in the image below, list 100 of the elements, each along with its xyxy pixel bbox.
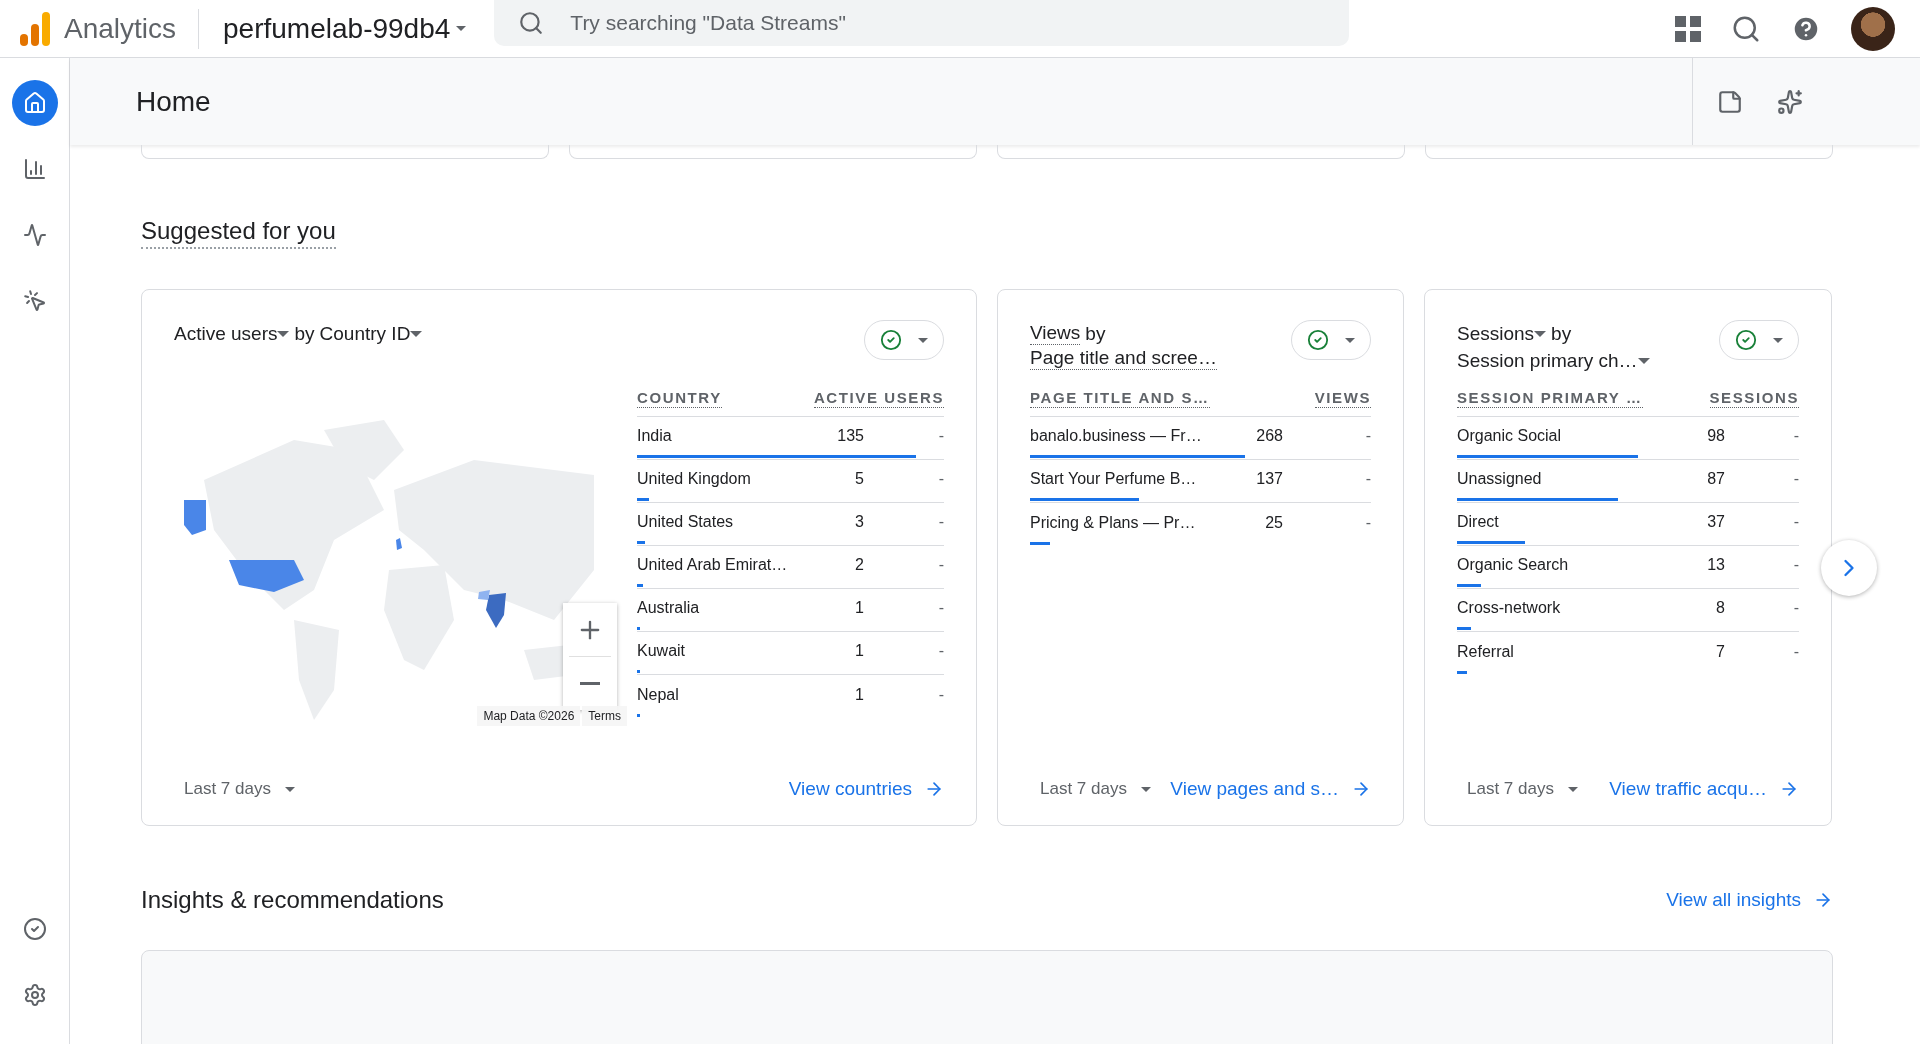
- table-cell-text: 5: [854, 470, 864, 488]
- search-field[interactable]: Try searching "Data Streams": [494, 0, 1350, 46]
- table-cell-text: -: [1364, 470, 1371, 488]
- caret-icon: [1637, 357, 1650, 364]
- table-cell-text: 268: [1255, 427, 1283, 445]
- check-icon: [880, 329, 902, 351]
- table-cell-text: Start Your Perfume B…: [1030, 470, 1198, 488]
- view-link[interactable]: View countries: [788, 778, 944, 800]
- card-title: by: [1085, 322, 1106, 346]
- date-range-dropdown[interactable]: Last 7 days: [1030, 779, 1151, 799]
- table-cell-text: United Kingdom: [637, 470, 752, 488]
- caret-icon: [918, 337, 928, 343]
- nav-rail-item[interactable]: [11, 80, 58, 126]
- table-cell-text: -: [937, 513, 944, 531]
- table-cell-text: -: [937, 685, 944, 704]
- table-cell-text: banalo.business — Fr…: [1030, 427, 1203, 445]
- table-cell-text: 1: [854, 642, 864, 660]
- page-title: Home: [136, 85, 212, 118]
- table-cell-text: 135: [836, 427, 864, 445]
- settings-icon: [22, 983, 47, 1007]
- status-button[interactable]: [1719, 320, 1799, 360]
- table-cell-text: -: [937, 427, 944, 445]
- caret-icon: [456, 26, 467, 31]
- column-header: SESSIONS: [1709, 388, 1799, 408]
- table-cell-text: 7: [1715, 642, 1725, 661]
- caret-icon: [410, 330, 423, 337]
- note-icon[interactable]: [1717, 88, 1743, 115]
- table-cell-text: -: [937, 556, 944, 574]
- check-icon: [1735, 329, 1757, 351]
- table-cell-text: -: [1364, 427, 1371, 445]
- table-cell-text: Kuwait: [637, 642, 687, 660]
- zoom-out-button[interactable]: [563, 657, 617, 710]
- caret-icon: [284, 786, 295, 792]
- table-cell-text: Referral: [1457, 642, 1515, 661]
- column-header: PAGE TITLE AND S…: [1030, 388, 1210, 408]
- map-credit: Map Data ©2026: [477, 706, 581, 726]
- date-range-dropdown[interactable]: Last 7 days: [1457, 779, 1578, 799]
- search-input[interactable]: Try searching "Data Streams": [568, 10, 1326, 36]
- table-cell-text: 1: [854, 599, 864, 617]
- dimension-dropdown[interactable]: Country ID: [319, 320, 423, 347]
- table-cell-text: -: [937, 470, 944, 488]
- bar-chart-icon: [22, 157, 47, 181]
- search-icon: [518, 10, 545, 36]
- table-cell-text: -: [937, 599, 944, 617]
- table-cell-text: United Arab Emirat…: [637, 556, 789, 574]
- map-terms-link[interactable]: Terms: [582, 706, 627, 726]
- caret-icon: [1567, 786, 1578, 792]
- table-cell-text: 25: [1264, 513, 1283, 532]
- table-cell-text: 137: [1255, 470, 1283, 488]
- table-cell-text: 87: [1706, 470, 1725, 488]
- check-icon: [1307, 329, 1329, 351]
- column-header: ACTIVE USERS: [813, 388, 944, 408]
- trend-icon: [22, 223, 47, 247]
- table-cell-text: -: [937, 642, 944, 660]
- status-button[interactable]: [1291, 320, 1371, 360]
- table-cell-text: -: [1792, 556, 1799, 574]
- section-heading: Insights & recommendations: [141, 886, 444, 914]
- check-circle-icon: [22, 917, 47, 941]
- view-all-link[interactable]: View all insights: [1666, 889, 1833, 911]
- caret-icon: [277, 330, 290, 337]
- table-cell-text: India: [637, 427, 673, 445]
- zoom-in-button[interactable]: [563, 603, 617, 656]
- minus-icon: [580, 682, 600, 685]
- apps-grid-icon[interactable]: [1675, 15, 1701, 42]
- table-cell-text: -: [1792, 642, 1799, 661]
- table-cell-text: 8: [1715, 599, 1725, 617]
- table-cell-text: 98: [1706, 427, 1725, 445]
- table-cell-text: Australia: [637, 599, 701, 617]
- property-selector[interactable]: perfumelab-99db4: [223, 12, 467, 45]
- table-cell-text: Organic Social: [1457, 427, 1563, 445]
- view-link[interactable]: View pages and s…: [1170, 778, 1371, 800]
- card-title: by: [1551, 322, 1572, 346]
- dimension-dropdown[interactable]: Active users: [174, 320, 290, 347]
- table-cell-text: 2: [854, 556, 864, 574]
- table-cell-text: Organic Search: [1457, 556, 1570, 574]
- product-name: Analytics: [64, 8, 200, 49]
- table-cell-text: Pricing & Plans — Pr…: [1030, 513, 1197, 532]
- table-cell-text: -: [1792, 513, 1799, 531]
- table-cell-text: -: [1364, 513, 1371, 532]
- table-cell-text: -: [1792, 427, 1799, 445]
- card-title: Page title and scree…: [1030, 347, 1217, 370]
- table-cell-text: 37: [1706, 513, 1725, 531]
- table-cell-text: Nepal: [637, 685, 680, 704]
- column-header: SESSION PRIMARY …: [1457, 388, 1643, 408]
- caret-icon: [1534, 330, 1547, 337]
- caret-icon: [1773, 337, 1783, 343]
- table-cell-text: United States: [637, 513, 735, 531]
- view-link[interactable]: View traffic acqu…: [1609, 778, 1799, 800]
- card-title: by: [294, 322, 315, 346]
- status-button[interactable]: [864, 320, 944, 360]
- home-icon: [22, 91, 47, 115]
- avatar[interactable]: [1851, 6, 1895, 51]
- table-cell-text: -: [1792, 599, 1799, 617]
- dimension-dropdown[interactable]: Sessions: [1457, 320, 1547, 347]
- caret-icon: [1140, 786, 1151, 792]
- section-heading: Suggested for you: [141, 217, 336, 249]
- table-cell-text: 1: [854, 685, 864, 704]
- dimension-dropdown[interactable]: Session primary ch…: [1457, 347, 1650, 374]
- date-range-dropdown[interactable]: Last 7 days: [174, 779, 295, 799]
- table-cell-text: -: [1792, 470, 1799, 488]
